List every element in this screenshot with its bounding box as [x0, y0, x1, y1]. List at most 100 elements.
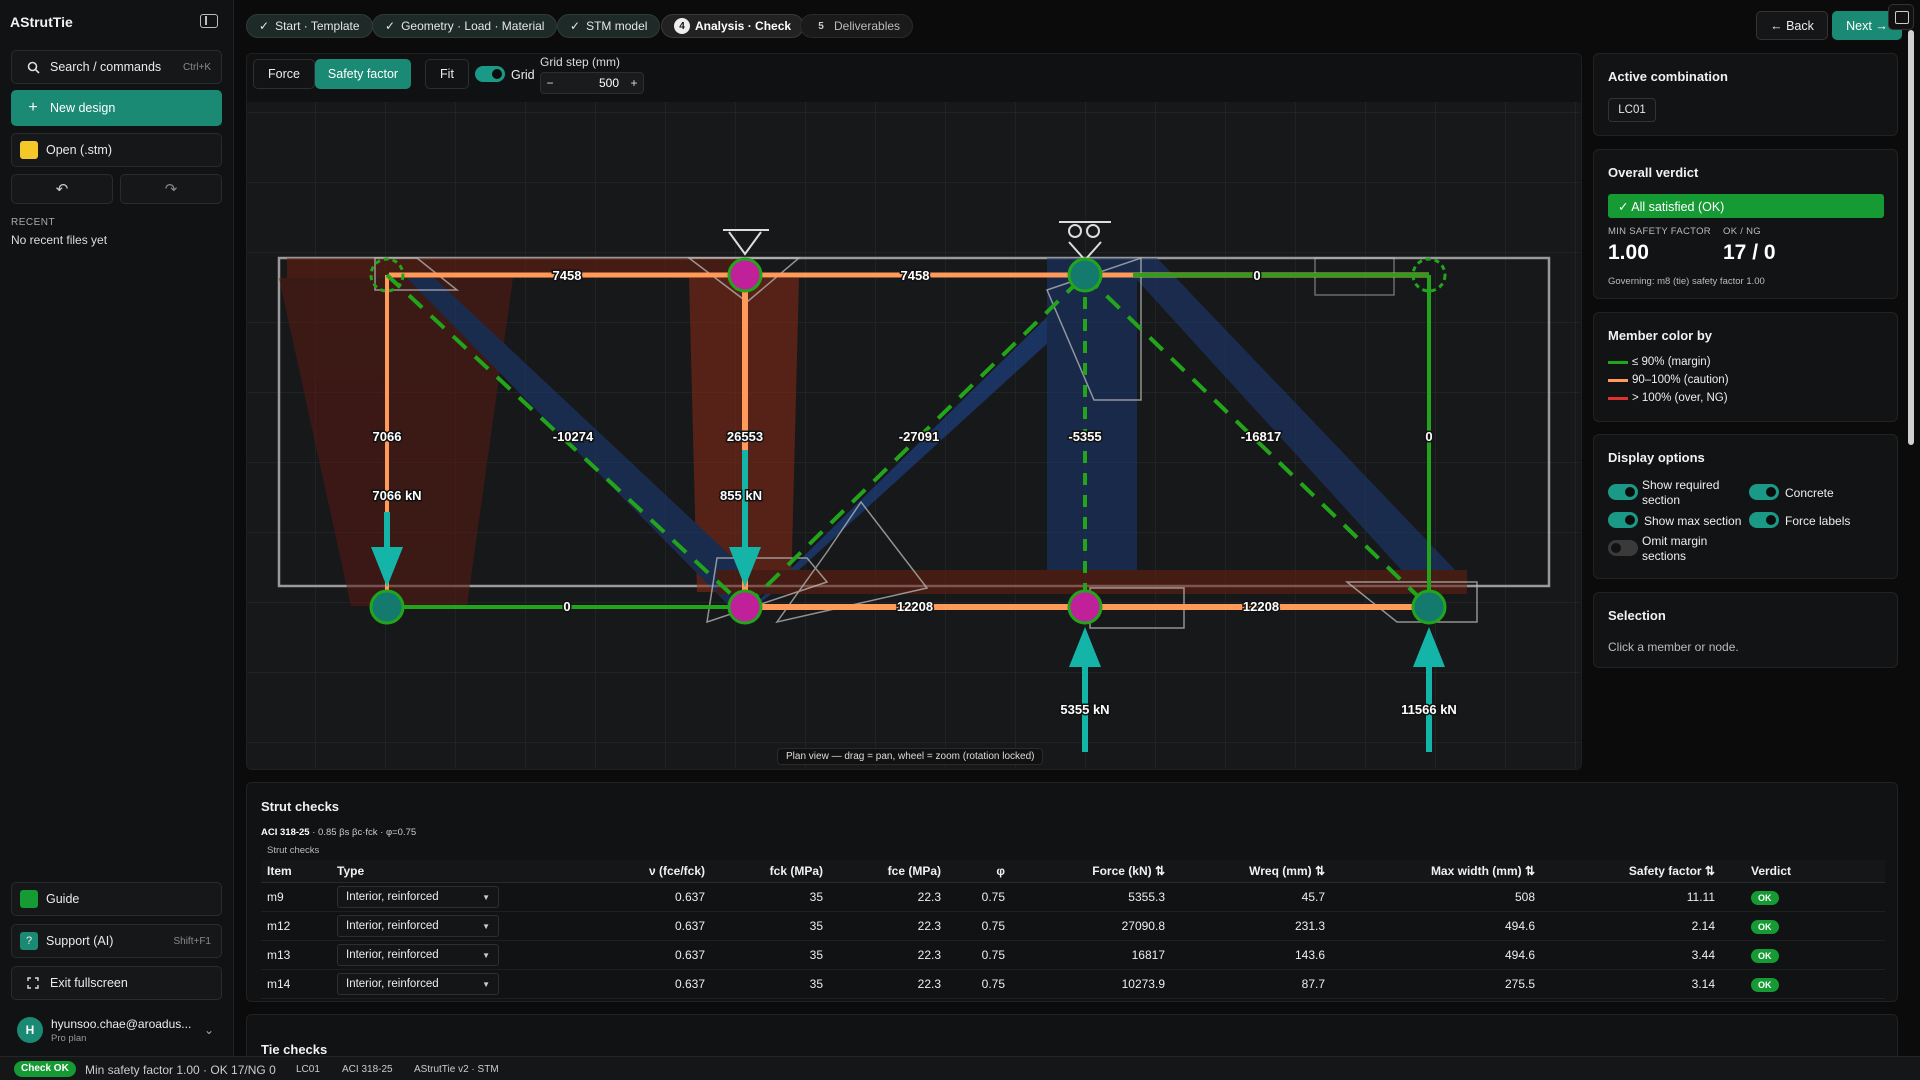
guide-icon	[20, 890, 38, 908]
type-select[interactable]: Interior, reinforced ▼	[337, 944, 499, 966]
canvas-toolbar: Force Safety factor Fit Grid Grid step (…	[247, 54, 1581, 102]
concrete-toggle[interactable]	[1749, 484, 1779, 500]
selection-panel: Selection Click a member or node.	[1593, 592, 1898, 668]
new-design-button[interactable]: + New design	[11, 90, 222, 126]
col-max-width[interactable]: Max width (mm) ⇅	[1331, 860, 1541, 883]
step-deliverables[interactable]: 5 Deliverables	[800, 14, 914, 38]
okng-value: 17 / 0	[1723, 241, 1776, 264]
col-wreq[interactable]: Wreq (mm) ⇅	[1171, 860, 1331, 883]
col-fck: fck (MPa)	[711, 860, 829, 883]
value-cell: 508	[1331, 882, 1541, 912]
table-row[interactable]: m13 Interior, reinforced ▼ 0.637 35 22.3 0.75 1…	[261, 940, 1885, 970]
step-start-template[interactable]: ✓ Start · Template	[246, 14, 373, 38]
search-button[interactable]: Search / commands Ctrl+K	[11, 50, 222, 84]
caret-down-icon: ▼	[482, 979, 490, 989]
status-code: ACI 318-25	[342, 1064, 393, 1075]
grid-step-value[interactable]: 500	[559, 76, 625, 90]
redo-button[interactable]: ↷	[120, 174, 222, 204]
safety-factor-view-button[interactable]: Safety factor	[315, 59, 411, 89]
recent-heading: RECENT	[11, 217, 56, 228]
table-header-row: Item Type ν (fce/fck) fck (MPa) fce (MPa…	[261, 860, 1885, 883]
force-view-button[interactable]: Force	[253, 59, 315, 89]
table-row[interactable]: m12 Interior, reinforced ▼ 0.637 35 22.3 0.75 2…	[261, 911, 1885, 941]
type-select[interactable]: Interior, reinforced ▼	[337, 886, 499, 908]
value-cell: 22.3	[829, 911, 947, 941]
step-label: STM model	[586, 19, 648, 33]
increment-button[interactable]: +	[625, 76, 643, 90]
exit-fullscreen-label: Exit fullscreen	[50, 976, 128, 990]
color-title: Member color by	[1608, 328, 1713, 343]
stm-diagram[interactable]: 7458 7458 0 7066 -10274 26553 -27091 -53…	[247, 102, 1582, 770]
type-value: Interior, reinforced	[346, 891, 439, 903]
verdict-panel: Overall verdict ✓ All satisfied (OK) MIN…	[1593, 149, 1898, 299]
value-cell: 143.6	[1171, 940, 1331, 970]
table-row[interactable]: m14 Interior, reinforced ▼ 0.637 35 22.3 0.75 1…	[261, 969, 1885, 999]
force-labels-toggle[interactable]	[1749, 512, 1779, 528]
canvas-hint: Plan view — drag = pan, wheel = zoom (ro…	[777, 748, 1044, 765]
fit-button[interactable]: Fit	[425, 59, 469, 89]
grid-toggle[interactable]	[475, 66, 505, 82]
page-scrollbar[interactable]	[1908, 30, 1914, 445]
verdict-cell: OK	[1721, 940, 1885, 970]
label-bot-right: 12208	[1243, 599, 1279, 614]
value-cell: 275.5	[1331, 969, 1541, 999]
legend-text: ≤ 90% (margin)	[1632, 356, 1711, 368]
value-cell: 3.14	[1541, 969, 1721, 999]
table-row[interactable]: m9 Interior, reinforced ▼ 0.637 35 22.3 0.75 53…	[261, 882, 1885, 912]
legend-ng: > 100% (over, NG)	[1608, 392, 1728, 404]
undo-icon: ↶	[55, 181, 69, 198]
load-label-2: 855 kN	[720, 488, 762, 503]
value-cell: 0.75	[947, 940, 1011, 970]
legend-margin: ≤ 90% (margin)	[1608, 356, 1711, 368]
type-select[interactable]: Interior, reinforced ▼	[337, 915, 499, 937]
caret-down-icon: ▼	[482, 892, 490, 902]
panel-toggle-icon[interactable]	[1888, 4, 1914, 30]
load-label-1: 7066 kN	[372, 488, 421, 503]
step-geometry[interactable]: ✓ Geometry · Load · Material	[372, 14, 558, 38]
support-button[interactable]: ? Support (AI) Shift+F1	[11, 924, 222, 958]
guide-label: Guide	[46, 892, 80, 906]
value-cell: 5355.3	[1011, 882, 1171, 912]
node-top-right	[1067, 257, 1103, 293]
exit-fullscreen-button[interactable]: Exit fullscreen	[11, 966, 222, 1000]
combo-select[interactable]: LC01	[1608, 98, 1656, 122]
undo-button[interactable]: ↶	[11, 174, 113, 204]
sidebar-toggle-icon[interactable]	[200, 14, 218, 28]
value-cell: 494.6	[1331, 911, 1541, 941]
plus-icon: +	[28, 99, 38, 116]
table-caption: Strut checks	[267, 845, 320, 856]
col-safety-factor[interactable]: Safety factor ⇅	[1541, 860, 1721, 883]
node-top-mid	[727, 257, 763, 293]
open-file-button[interactable]: Open (.stm)	[11, 133, 222, 167]
show-required-toggle[interactable]	[1608, 484, 1638, 500]
combo-title: Active combination	[1608, 69, 1728, 84]
col-force[interactable]: Force (kN) ⇅	[1011, 860, 1171, 883]
value-cell: 2.14	[1541, 911, 1721, 941]
user-menu[interactable]: H hyunsoo.chae@aroadus... Pro plan ⌄	[11, 1010, 222, 1050]
step-label: Geometry · Load · Material	[401, 19, 545, 33]
value-cell: 0.75	[947, 882, 1011, 912]
label-far-vert: 0	[1425, 429, 1432, 444]
grid-step-stepper[interactable]: − 500 +	[540, 72, 644, 94]
step-number: 4	[674, 18, 690, 34]
step-stm-model[interactable]: ✓ STM model	[557, 14, 661, 38]
strut-checks-panel: Strut checks ACI 318-25 · 0.85 βs βc·fck…	[246, 782, 1898, 1002]
status-version: AStrutTie v2 · STM	[414, 1064, 499, 1075]
back-button[interactable]: ← Back	[1756, 11, 1828, 40]
show-required-label: Show required section	[1642, 478, 1720, 507]
value-cell: 22.3	[829, 969, 947, 999]
show-max-label: Show max section	[1644, 514, 1742, 528]
load-label-3: 5355 kN	[1060, 702, 1109, 717]
omit-margin-toggle[interactable]	[1608, 540, 1638, 556]
label-diag2: -27091	[899, 429, 939, 444]
guide-button[interactable]: Guide	[11, 882, 222, 916]
new-design-label: New design	[50, 101, 116, 115]
type-select[interactable]: Interior, reinforced ▼	[337, 973, 499, 995]
step-analysis-check[interactable]: 4 Analysis · Check	[661, 14, 805, 38]
open-file-label: Open (.stm)	[46, 143, 112, 157]
decrement-button[interactable]: −	[541, 76, 559, 90]
user-plan: Pro plan	[51, 1032, 87, 1044]
item-cell: m13	[261, 940, 331, 970]
show-max-toggle[interactable]	[1608, 512, 1638, 528]
value-cell: 0.637	[531, 911, 711, 941]
